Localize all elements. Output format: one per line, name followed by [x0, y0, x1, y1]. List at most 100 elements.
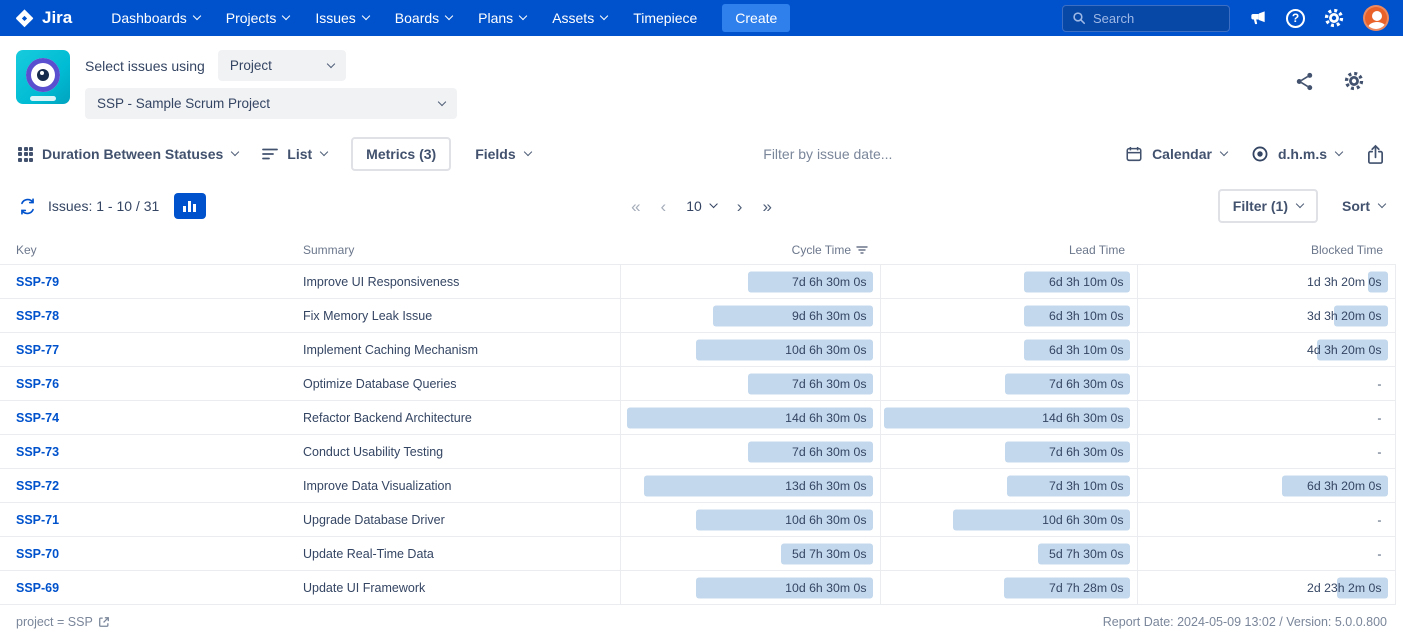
export-button[interactable]	[1366, 144, 1385, 165]
nav-assets[interactable]: Assets	[539, 0, 620, 36]
time-format-label: d.h.m.s	[1278, 146, 1327, 162]
open-query-link[interactable]	[98, 616, 110, 628]
issue-summary: Optimize Database Queries	[287, 367, 620, 401]
metrics-button[interactable]: Metrics (3)	[351, 137, 451, 171]
issue-key-link[interactable]: SSP-73	[16, 445, 59, 459]
settings-button[interactable]	[1323, 7, 1345, 29]
table-row: SSP-79 Improve UI Responsiveness 7d 6h 3…	[0, 265, 1395, 299]
refresh-button[interactable]	[18, 197, 37, 216]
prev-page-button[interactable]: ‹	[661, 198, 667, 215]
table-row: SSP-74 Refactor Backend Architecture 14d…	[0, 401, 1395, 435]
cycle-time-value: 7d 6h 30m 0s	[792, 377, 867, 391]
issue-key-link[interactable]: SSP-71	[16, 513, 59, 527]
lead-time-cell: 6d 3h 10m 0s	[880, 265, 1137, 299]
column-header-blocked-time[interactable]: Blocked Time	[1137, 235, 1395, 265]
view-mode-label: List	[287, 146, 312, 162]
lead-time-cell: 5d 7h 30m 0s	[880, 537, 1137, 571]
report-settings-button[interactable]	[1343, 70, 1365, 92]
column-header-summary[interactable]: Summary	[287, 235, 620, 265]
issue-summary: Improve UI Responsiveness	[287, 265, 620, 299]
table-row: SSP-77 Implement Caching Mechanism 10d 6…	[0, 333, 1395, 367]
nav-dashboards[interactable]: Dashboards	[98, 0, 213, 36]
cycle-time-value: 10d 6h 30m 0s	[785, 513, 866, 527]
chevron-down-icon	[1220, 148, 1228, 156]
column-header-lead-time[interactable]: Lead Time	[880, 235, 1137, 265]
table-row: SSP-73 Conduct Usability Testing 7d 6h 3…	[0, 435, 1395, 469]
fields-dropdown[interactable]: Fields	[475, 146, 530, 162]
external-link-icon	[98, 616, 110, 628]
blocked-time-value: 3d 3h 20m 0s	[1307, 309, 1382, 323]
cycle-time-cell: 7d 6h 30m 0s	[620, 435, 880, 469]
cycle-time-cell: 10d 6h 30m 0s	[620, 503, 880, 537]
nav-issues[interactable]: Issues	[302, 0, 381, 36]
lead-time-value: 6d 3h 10m 0s	[1049, 343, 1124, 357]
project-select[interactable]: SSP - Sample Scrum Project	[85, 88, 457, 119]
issue-key-link[interactable]: SSP-69	[16, 581, 59, 595]
first-page-button[interactable]: «	[631, 198, 640, 215]
chevron-down-icon	[1378, 200, 1386, 208]
nav-timepiece[interactable]: Timepiece	[620, 0, 710, 36]
page-size-select[interactable]: 10	[686, 198, 717, 214]
jira-logo[interactable]: Jira	[14, 8, 72, 29]
cycle-time-cell: 14d 6h 30m 0s	[620, 401, 880, 435]
chevron-down-icon	[320, 148, 328, 156]
help-button[interactable]: ?	[1286, 9, 1305, 28]
cycle-time-value: 9d 6h 30m 0s	[792, 309, 867, 323]
report-type-dropdown[interactable]: Duration Between Statuses	[18, 146, 238, 162]
lead-time-value: 6d 3h 10m 0s	[1049, 275, 1124, 289]
share-button[interactable]	[1294, 71, 1315, 92]
nav-item-label: Plans	[478, 10, 513, 26]
lead-time-cell: 14d 6h 30m 0s	[880, 401, 1137, 435]
calendar-dropdown[interactable]: Calendar	[1125, 145, 1227, 163]
view-mode-dropdown[interactable]: List	[262, 146, 327, 162]
feedback-button[interactable]	[1248, 8, 1268, 28]
issue-key-link[interactable]: SSP-78	[16, 309, 59, 323]
issue-key-link[interactable]: SSP-76	[16, 377, 59, 391]
time-format-dropdown[interactable]: d.h.m.s	[1251, 145, 1342, 163]
lead-time-cell: 6d 3h 10m 0s	[880, 299, 1137, 333]
nav-plans[interactable]: Plans	[465, 0, 539, 36]
report-footer: project = SSP Report Date: 2024-05-09 13…	[0, 605, 1403, 639]
calendar-icon	[1125, 145, 1143, 163]
column-header-key[interactable]: Key	[0, 235, 287, 265]
column-header-cycle-time[interactable]: Cycle Time	[620, 235, 880, 265]
issue-date-filter-input[interactable]	[698, 146, 958, 162]
filter-button[interactable]: Filter (1)	[1218, 189, 1318, 223]
nav-item-label: Issues	[315, 10, 355, 26]
issue-key-link[interactable]: SSP-70	[16, 547, 59, 561]
blocked-time-cell: -	[1137, 537, 1395, 571]
chart-view-toggle[interactable]	[174, 193, 206, 219]
issue-source-select[interactable]: Project	[218, 50, 346, 81]
page-size-value: 10	[686, 198, 702, 214]
chevron-down-icon	[1335, 148, 1343, 156]
lead-time-value: 7d 6h 30m 0s	[1049, 445, 1124, 459]
issue-key-link[interactable]: SSP-77	[16, 343, 59, 357]
last-page-button[interactable]: »	[762, 198, 771, 215]
sort-label: Sort	[1342, 198, 1370, 214]
issue-key-link[interactable]: SSP-74	[16, 411, 59, 425]
issue-key-link[interactable]: SSP-79	[16, 275, 59, 289]
app-mascot-icon	[26, 58, 60, 92]
issue-key-link[interactable]: SSP-72	[16, 479, 59, 493]
profile-button[interactable]	[1363, 5, 1389, 31]
chevron-down-icon	[445, 12, 453, 20]
issue-summary: Update UI Framework	[287, 571, 620, 605]
search-input[interactable]	[1093, 11, 1220, 26]
global-search[interactable]	[1062, 5, 1230, 32]
timepiece-app-icon	[16, 50, 70, 104]
blocked-time-cell: 6d 3h 20m 0s	[1137, 469, 1395, 503]
blocked-time-cell: -	[1137, 503, 1395, 537]
create-button[interactable]: Create	[722, 4, 790, 32]
sort-dropdown[interactable]: Sort	[1342, 198, 1385, 214]
nav-item-label: Dashboards	[111, 10, 187, 26]
next-page-button[interactable]: ›	[737, 198, 743, 215]
issues-range-label: Issues: 1 - 10 / 31	[48, 198, 159, 214]
cycle-time-cell: 5d 7h 30m 0s	[620, 537, 880, 571]
table-row: SSP-72 Improve Data Visualization 13d 6h…	[0, 469, 1395, 503]
issue-summary: Improve Data Visualization	[287, 469, 620, 503]
nav-item-label: Boards	[395, 10, 439, 26]
lead-time-cell: 7d 3h 10m 0s	[880, 469, 1137, 503]
nav-projects[interactable]: Projects	[213, 0, 303, 36]
nav-boards[interactable]: Boards	[382, 0, 465, 36]
table-row: SSP-69 Update UI Framework 10d 6h 30m 0s…	[0, 571, 1395, 605]
